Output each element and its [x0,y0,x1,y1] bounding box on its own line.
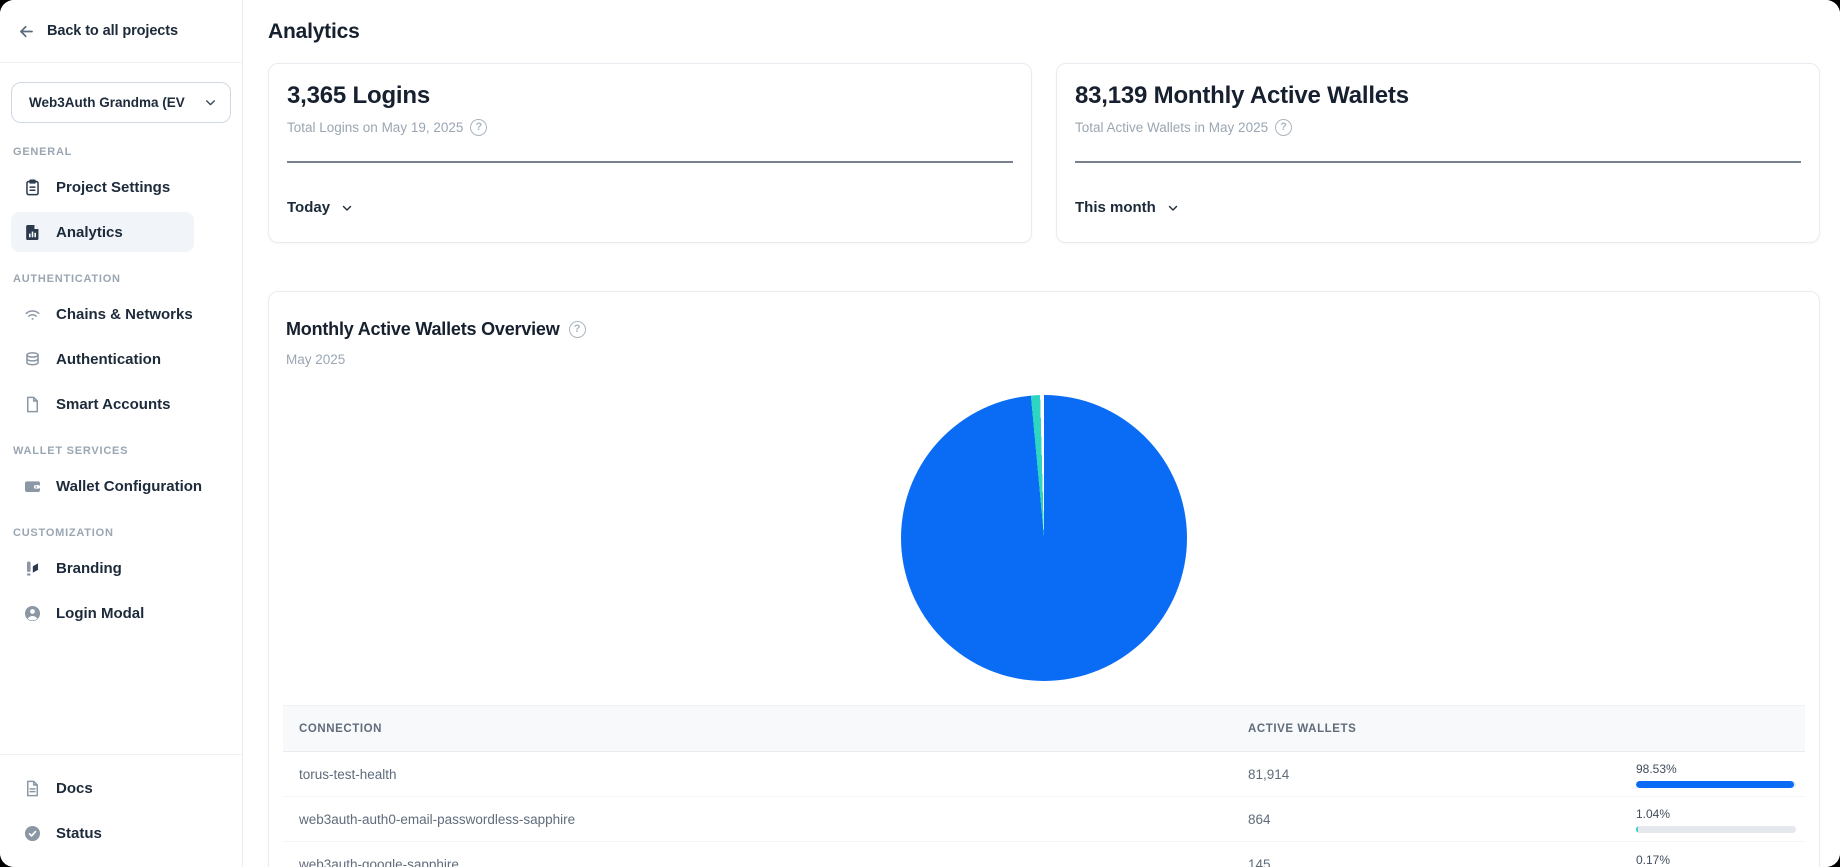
sidebar-item-label: Wallet Configuration [56,478,202,495]
sidebar-item-smart-accounts[interactable]: Smart Accounts [11,384,194,424]
share-cell: 0.17% [1636,851,1805,867]
connection-name: web3auth-auth0-email-passwordless-sapphi… [283,812,1246,827]
maw-subtitle-text: Total Active Wallets in May 2025 [1075,120,1268,136]
sidebar-item-label: Project Settings [56,179,170,196]
monthly-active-wallets-stat-card: 83,139 Monthly Active Wallets Total Acti… [1056,63,1820,243]
bar-chart-doc-icon [23,223,42,242]
maw-range-dropdown[interactable]: This month [1075,199,1179,216]
document-icon [23,395,42,414]
progress-bar [1636,781,1796,788]
section-label-customization: CUSTOMIZATION [13,527,192,539]
back-to-projects-button[interactable]: Back to all projects [0,0,242,63]
column-header-connection: CONNECTION [283,723,1246,735]
percent-label: 0.17% [1636,854,1805,867]
section-label-wallet-services: WALLET SERVICES [13,445,192,457]
overview-subtitle: May 2025 [286,352,1802,368]
section-label-authentication: AUTHENTICATION [13,273,192,285]
sidebar-item-login-modal[interactable]: Login Modal [11,593,194,633]
sidebar-item-label: Login Modal [56,605,144,622]
card-divider [1075,161,1801,163]
sidebar-item-label: Docs [56,780,93,797]
project-selector[interactable]: Web3Auth Grandma (EV [11,82,231,123]
connections-table: CONNECTION ACTIVE WALLETS torus-test-hea… [283,705,1805,867]
main-content: Analytics 3,365 Logins Total Logins on M… [243,0,1840,867]
logins-subtitle: Total Logins on May 19, 2025 ? [287,119,1013,136]
sidebar-item-branding[interactable]: Branding [11,548,194,588]
sidebar-item-analytics[interactable]: Analytics [11,212,194,252]
sidebar-item-label: Chains & Networks [56,306,193,323]
overview-title-text: Monthly Active Wallets Overview [286,318,560,340]
sidebar-item-label: Authentication [56,351,161,368]
connection-name: web3auth-google-sapphire [283,857,1246,867]
back-label: Back to all projects [47,23,178,39]
table-row: web3auth-google-sapphire 145 0.17% [283,842,1805,867]
user-circle-icon [23,604,42,623]
sidebar-item-docs[interactable]: Docs [11,768,194,808]
maw-headline: 83,139 Monthly Active Wallets [1075,80,1801,112]
overview-title: Monthly Active Wallets Overview ? [286,318,1802,340]
logins-headline: 3,365 Logins [287,80,1013,112]
chevron-down-icon [341,202,353,214]
page-title: Analytics [268,18,1820,46]
active-wallets-value: 145 [1246,857,1636,867]
check-circle-icon [23,824,42,843]
maw-subtitle: Total Active Wallets in May 2025 ? [1075,119,1801,136]
wifi-icon [23,305,42,324]
wallet-icon [23,477,42,496]
progress-bar-fill [1636,826,1638,833]
section-label-general: GENERAL [13,146,192,158]
share-cell: 1.04% [1636,805,1805,833]
chevron-down-icon [204,96,217,109]
sidebar-item-authentication[interactable]: Authentication [11,339,194,379]
help-icon[interactable]: ? [1275,119,1292,136]
project-selector-value: Web3Auth Grandma (EV [29,95,185,110]
sidebar-item-status[interactable]: Status [11,813,194,853]
help-icon[interactable]: ? [569,321,586,338]
chevron-down-icon [1167,202,1179,214]
help-icon[interactable]: ? [470,119,487,136]
sidebar-item-label: Status [56,825,102,842]
sidebar-item-chains-networks[interactable]: Chains & Networks [11,294,194,334]
logins-subtitle-text: Total Logins on May 19, 2025 [287,120,463,136]
database-icon [23,350,42,369]
monthly-active-wallets-overview-card: Monthly Active Wallets Overview ? May 20… [268,291,1820,867]
branding-brush-icon [23,559,42,578]
active-wallets-value: 864 [1246,812,1636,827]
share-cell: 98.53% [1636,760,1805,788]
range-label: Today [287,199,330,216]
column-header-active-wallets: ACTIVE WALLETS [1246,723,1636,735]
progress-bar-fill [1636,781,1794,788]
mau-pie-chart [901,395,1187,681]
sidebar-footer: Docs Status [0,754,242,867]
sidebar: Back to all projects Web3Auth Grandma (E… [0,0,243,867]
card-divider [287,161,1013,163]
sidebar-item-wallet-configuration[interactable]: Wallet Configuration [11,466,194,506]
table-row: torus-test-health 81,914 98.53% [283,752,1805,797]
table-row: web3auth-auth0-email-passwordless-sapphi… [283,797,1805,842]
sidebar-item-label: Analytics [56,224,123,241]
sidebar-item-label: Branding [56,560,122,577]
table-header-row: CONNECTION ACTIVE WALLETS [283,705,1805,752]
percent-label: 1.04% [1636,808,1805,821]
arrow-left-icon [17,22,36,41]
range-label: This month [1075,199,1156,216]
progress-bar [1636,826,1796,833]
sidebar-item-project-settings[interactable]: Project Settings [11,167,194,207]
sidebar-item-label: Smart Accounts [56,396,170,413]
percent-label: 98.53% [1636,763,1805,776]
stat-cards-row: 3,365 Logins Total Logins on May 19, 202… [268,63,1820,243]
app-window: Back to all projects Web3Auth Grandma (E… [0,0,1840,867]
logins-stat-card: 3,365 Logins Total Logins on May 19, 202… [268,63,1032,243]
sidebar-nav: GENERAL Project Settings Analytics AUTHE… [0,123,242,638]
logins-range-dropdown[interactable]: Today [287,199,353,216]
overview-header: Monthly Active Wallets Overview ? May 20… [269,318,1819,368]
active-wallets-value: 81,914 [1246,767,1636,782]
connection-name: torus-test-health [283,767,1246,782]
clipboard-icon [23,178,42,197]
document-icon [23,779,42,798]
